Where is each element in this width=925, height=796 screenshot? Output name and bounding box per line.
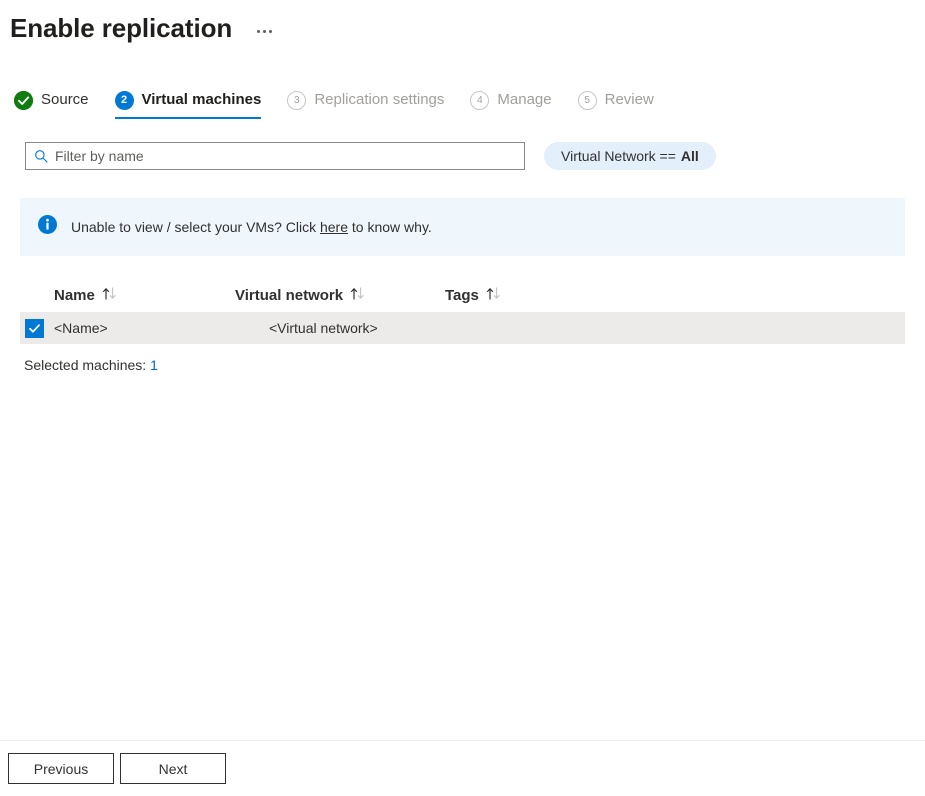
column-header-virtual-network-label: Virtual network — [235, 287, 343, 304]
tab-virtual-machines[interactable]: 2 Virtual machines — [115, 90, 262, 119]
search-box[interactable] — [25, 142, 525, 170]
step-number-badge: 3 — [287, 91, 306, 110]
pill-value: All — [681, 148, 699, 164]
tab-manage[interactable]: 4 Manage — [470, 90, 551, 119]
info-banner-link[interactable]: here — [320, 219, 348, 235]
table-row[interactable]: <Name> <Virtual network> — [20, 312, 905, 344]
page-title: Enable replication — [10, 11, 232, 45]
wizard-tabs: Source 2 Virtual machines 3 Replication … — [0, 90, 925, 130]
selected-machines-label: Selected machines: — [24, 357, 146, 373]
selected-machines-count[interactable]: 1 — [150, 357, 158, 373]
info-text-before: Unable to view / select your VMs? Click — [71, 219, 316, 235]
wizard-footer: Previous Next — [0, 740, 925, 796]
step-number-badge: 4 — [470, 91, 489, 110]
more-options-icon[interactable] — [254, 26, 275, 37]
active-tab-underline — [115, 117, 262, 119]
column-header-tags-label: Tags — [445, 287, 479, 304]
tab-manage-label: Manage — [497, 90, 551, 110]
previous-button[interactable]: Previous — [8, 753, 114, 784]
tab-review-label: Review — [605, 90, 654, 110]
row-checkbox[interactable] — [25, 319, 44, 338]
filter-toolbar: Virtual Network == All — [0, 142, 925, 170]
column-header-name-label: Name — [54, 287, 95, 304]
row-select-cell — [20, 319, 54, 338]
enable-replication-page: Enable replication Source 2 Virtual mach… — [0, 0, 925, 796]
column-header-tags[interactable]: Tags — [445, 287, 625, 304]
step-number-badge: 5 — [578, 91, 597, 110]
table-header-row: Name Virtual network Tag — [0, 278, 925, 312]
sort-arrows-icon — [350, 287, 365, 304]
tab-review[interactable]: 5 Review — [578, 90, 654, 119]
pill-label: Virtual Network == — [561, 148, 676, 164]
sort-arrows-icon — [486, 287, 501, 304]
info-banner: Unable to view / select your VMs? Click … — [20, 198, 905, 256]
ellipsis-dot — [263, 30, 266, 33]
tab-replication-settings[interactable]: 3 Replication settings — [287, 90, 444, 119]
page-header: Enable replication — [0, 0, 925, 46]
info-banner-text: Unable to view / select your VMs? Click … — [71, 217, 432, 237]
virtual-network-filter-pill[interactable]: Virtual Network == All — [544, 142, 716, 170]
tab-source-label: Source — [41, 90, 89, 110]
search-icon — [34, 149, 48, 163]
tab-virtual-machines-label: Virtual machines — [142, 90, 262, 110]
info-icon — [38, 215, 57, 239]
ellipsis-dot — [269, 30, 272, 33]
selected-machines-summary: Selected machines: 1 — [24, 357, 925, 373]
ellipsis-dot — [257, 30, 260, 33]
search-input[interactable] — [55, 148, 516, 164]
cell-name: <Name> — [54, 320, 269, 336]
tab-replication-settings-label: Replication settings — [314, 90, 444, 110]
tab-source[interactable]: Source — [14, 90, 89, 119]
info-text-after: to know why. — [352, 219, 432, 235]
step-number-badge: 2 — [115, 91, 134, 110]
sort-arrows-icon — [102, 287, 117, 304]
column-header-virtual-network[interactable]: Virtual network — [235, 287, 445, 304]
check-circle-icon — [14, 91, 33, 110]
virtual-machines-table: Name Virtual network Tag — [0, 278, 925, 373]
cell-virtual-network: <Virtual network> — [269, 320, 479, 336]
next-button[interactable]: Next — [120, 753, 226, 784]
column-header-name[interactable]: Name — [20, 287, 235, 304]
